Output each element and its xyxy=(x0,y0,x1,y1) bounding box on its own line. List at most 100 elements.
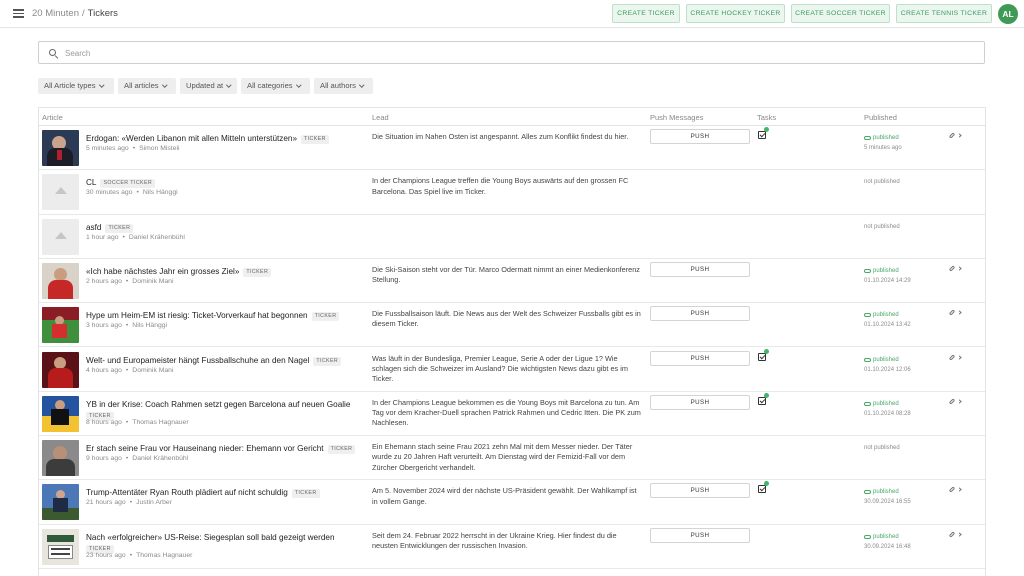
chevron-right-icon[interactable] xyxy=(957,354,962,360)
article-title[interactable]: YB in der Krise: Coach Rahmen setzt gege… xyxy=(86,400,350,409)
meta-separator: • xyxy=(125,366,129,374)
link-icon[interactable] xyxy=(948,531,956,538)
article-type-badge: TICKER xyxy=(105,223,134,233)
link-icon[interactable] xyxy=(948,398,956,405)
table-row[interactable]: Erdogan: «Werden Libanon mit allen Mitte… xyxy=(39,126,985,171)
chevron-right-icon[interactable] xyxy=(957,266,962,271)
article-time: 23 hours ago xyxy=(86,551,126,559)
push-button[interactable]: PUSH xyxy=(650,261,750,277)
article-title[interactable]: CL xyxy=(86,178,96,187)
table-row[interactable]: Nach «erfolgreicher» US-Reise: Siegespla… xyxy=(39,525,985,569)
user-avatar[interactable]: AL xyxy=(998,4,1018,24)
table-row[interactable]: Er stach seine Frau vor Hauseinang niede… xyxy=(39,436,985,481)
create-ticker-button[interactable]: CREATE TICKER xyxy=(612,4,680,23)
link-icon[interactable] xyxy=(948,309,956,316)
article-type-badge: TICKER xyxy=(311,312,340,322)
article-time: 21 hours ago xyxy=(86,499,126,507)
push-button[interactable]: PUSH xyxy=(650,129,750,144)
task-check-icon[interactable] xyxy=(758,481,769,494)
push-button[interactable]: PUSH xyxy=(650,306,750,322)
publish-status-label: not published xyxy=(864,223,900,230)
article-thumbnail xyxy=(42,484,79,521)
article-type-badge: TICKER xyxy=(291,489,320,499)
article-meta: 30 minutes ago • Nils Hänggi xyxy=(86,189,178,196)
create-soccer-ticker-button[interactable]: CREATE SOCCER TICKER xyxy=(791,4,890,23)
article-title[interactable]: Nach «erfolgreicher» US-Reise: Siegespla… xyxy=(86,533,335,542)
breadcrumb-app[interactable]: 20 Minuten xyxy=(32,8,79,19)
push-button[interactable]: PUSH xyxy=(650,394,750,410)
article-lead: Die Fussballsaison läuft. Die News aus d… xyxy=(372,309,641,329)
publish-status: published 30.09.2024 16:48 xyxy=(864,532,911,552)
task-check-icon[interactable] xyxy=(758,127,769,139)
hamburger-menu-icon[interactable] xyxy=(13,9,24,18)
chevron-right-icon[interactable] xyxy=(957,532,962,537)
publish-status-label: published xyxy=(873,312,899,319)
publish-date: 30.09.2024 16:48 xyxy=(864,543,911,550)
meta-separator: • xyxy=(125,418,129,426)
filter-article-types[interactable]: All Article types xyxy=(38,78,114,94)
row-actions xyxy=(948,398,962,406)
chevron-right-icon[interactable] xyxy=(957,133,962,138)
filter-categories[interactable]: All categories xyxy=(241,78,310,94)
row-actions xyxy=(948,309,962,317)
filter-articles-label: All articles xyxy=(124,81,159,90)
cloud-icon xyxy=(864,357,871,362)
row-actions xyxy=(948,486,962,494)
create-tennis-ticker-button[interactable]: CREATE TENNIS TICKER xyxy=(896,4,992,23)
table-row[interactable]: asfd TICKER 1 hour ago • Daniel Krähenbühl no… xyxy=(39,215,985,259)
article-lead: Die Ski-Saison steht vor der Tür. Marco … xyxy=(372,264,640,285)
article-title[interactable]: Hype um Heim-EM ist riesig: Ticket-Vorve… xyxy=(86,311,308,320)
link-icon[interactable] xyxy=(948,265,956,272)
table-row[interactable]: Trump-Attentäter Ryan Routh plädiert auf… xyxy=(39,480,985,525)
link-icon[interactable] xyxy=(948,353,956,361)
article-title[interactable]: Er stach seine Frau vor Hauseinang niede… xyxy=(86,444,324,453)
article-type-badge: TICKER xyxy=(301,135,329,144)
image-placeholder-icon xyxy=(42,218,79,255)
chevron-down-icon xyxy=(98,81,104,87)
publish-status-label: not published xyxy=(864,179,900,186)
article-title[interactable]: asfd xyxy=(86,223,101,232)
filter-authors[interactable]: All authors xyxy=(314,78,373,94)
table-row[interactable]: Hype um Heim-EM ist riesig: Ticket-Vorve… xyxy=(39,303,985,348)
article-title-cell: Nach «erfolgreicher» US-Reise: Siegespla… xyxy=(86,532,369,554)
filter-articles[interactable]: All articles xyxy=(118,78,176,94)
article-title[interactable]: «Ich habe nächstes Jahr ein grosses Ziel… xyxy=(86,267,239,276)
push-button[interactable]: PUSH xyxy=(650,483,750,499)
push-button[interactable]: PUSH xyxy=(650,527,750,543)
article-time: 5 minutes ago xyxy=(86,145,129,152)
article-author: Justin Arber xyxy=(136,499,172,507)
search-input[interactable] xyxy=(65,45,965,61)
article-title[interactable]: Welt- und Europameister hängt Fussballsc… xyxy=(86,356,309,365)
article-title[interactable]: Trump-Attentäter Ryan Routh plädiert auf… xyxy=(86,488,288,497)
article-title[interactable]: Erdogan: «Werden Libanon mit allen Mitte… xyxy=(86,134,297,143)
breadcrumb-separator: / xyxy=(82,8,85,19)
article-type-badge: SOCCER TICKER xyxy=(100,179,156,189)
table-row[interactable]: Welt- und Europameister hängt Fussballsc… xyxy=(39,348,985,392)
filter-updated-at[interactable]: Updated at xyxy=(180,78,237,94)
table-row[interactable]: CL SOCCER TICKER 30 minutes ago • Nils Hängg… xyxy=(39,170,985,215)
table-row[interactable]: «Ich habe nächstes Jahr ein grosses Ziel… xyxy=(39,259,985,304)
article-meta: 1 hour ago • Daniel Krähenbühl xyxy=(86,234,185,241)
publish-date: 30.09.2024 16:55 xyxy=(864,499,911,506)
link-icon[interactable] xyxy=(948,486,956,494)
cloud-icon xyxy=(864,313,871,318)
create-hockey-ticker-button[interactable]: CREATE HOCKEY TICKER xyxy=(686,4,785,23)
chevron-right-icon[interactable] xyxy=(957,487,962,493)
link-icon[interactable] xyxy=(948,132,956,139)
article-time: 1 hour ago xyxy=(86,233,119,241)
task-check-icon[interactable] xyxy=(758,392,769,405)
publish-date: 01.10.2024 13:42 xyxy=(864,322,911,329)
column-push-messages: Push Messages xyxy=(650,113,704,122)
article-thumbnail xyxy=(42,130,79,166)
chevron-right-icon[interactable] xyxy=(957,399,962,404)
chevron-right-icon[interactable] xyxy=(957,310,962,315)
table-row[interactable]: YB in der Krise: Coach Rahmen setzt gege… xyxy=(39,392,985,437)
article-meta: 4 hours ago • Dominik Mani xyxy=(86,367,173,374)
top-bar: 20 Minuten / Tickers CREATE TICKER CREATE … xyxy=(0,0,1024,28)
meta-separator: • xyxy=(125,455,129,463)
publish-status: published 01.10.2024 08:28 xyxy=(864,399,911,419)
task-check-icon[interactable] xyxy=(758,348,769,361)
push-button[interactable]: PUSH xyxy=(650,350,750,366)
article-meta: 9 hours ago • Daniel Krähenbühl xyxy=(86,455,188,462)
publish-status-label: not published xyxy=(864,445,900,452)
